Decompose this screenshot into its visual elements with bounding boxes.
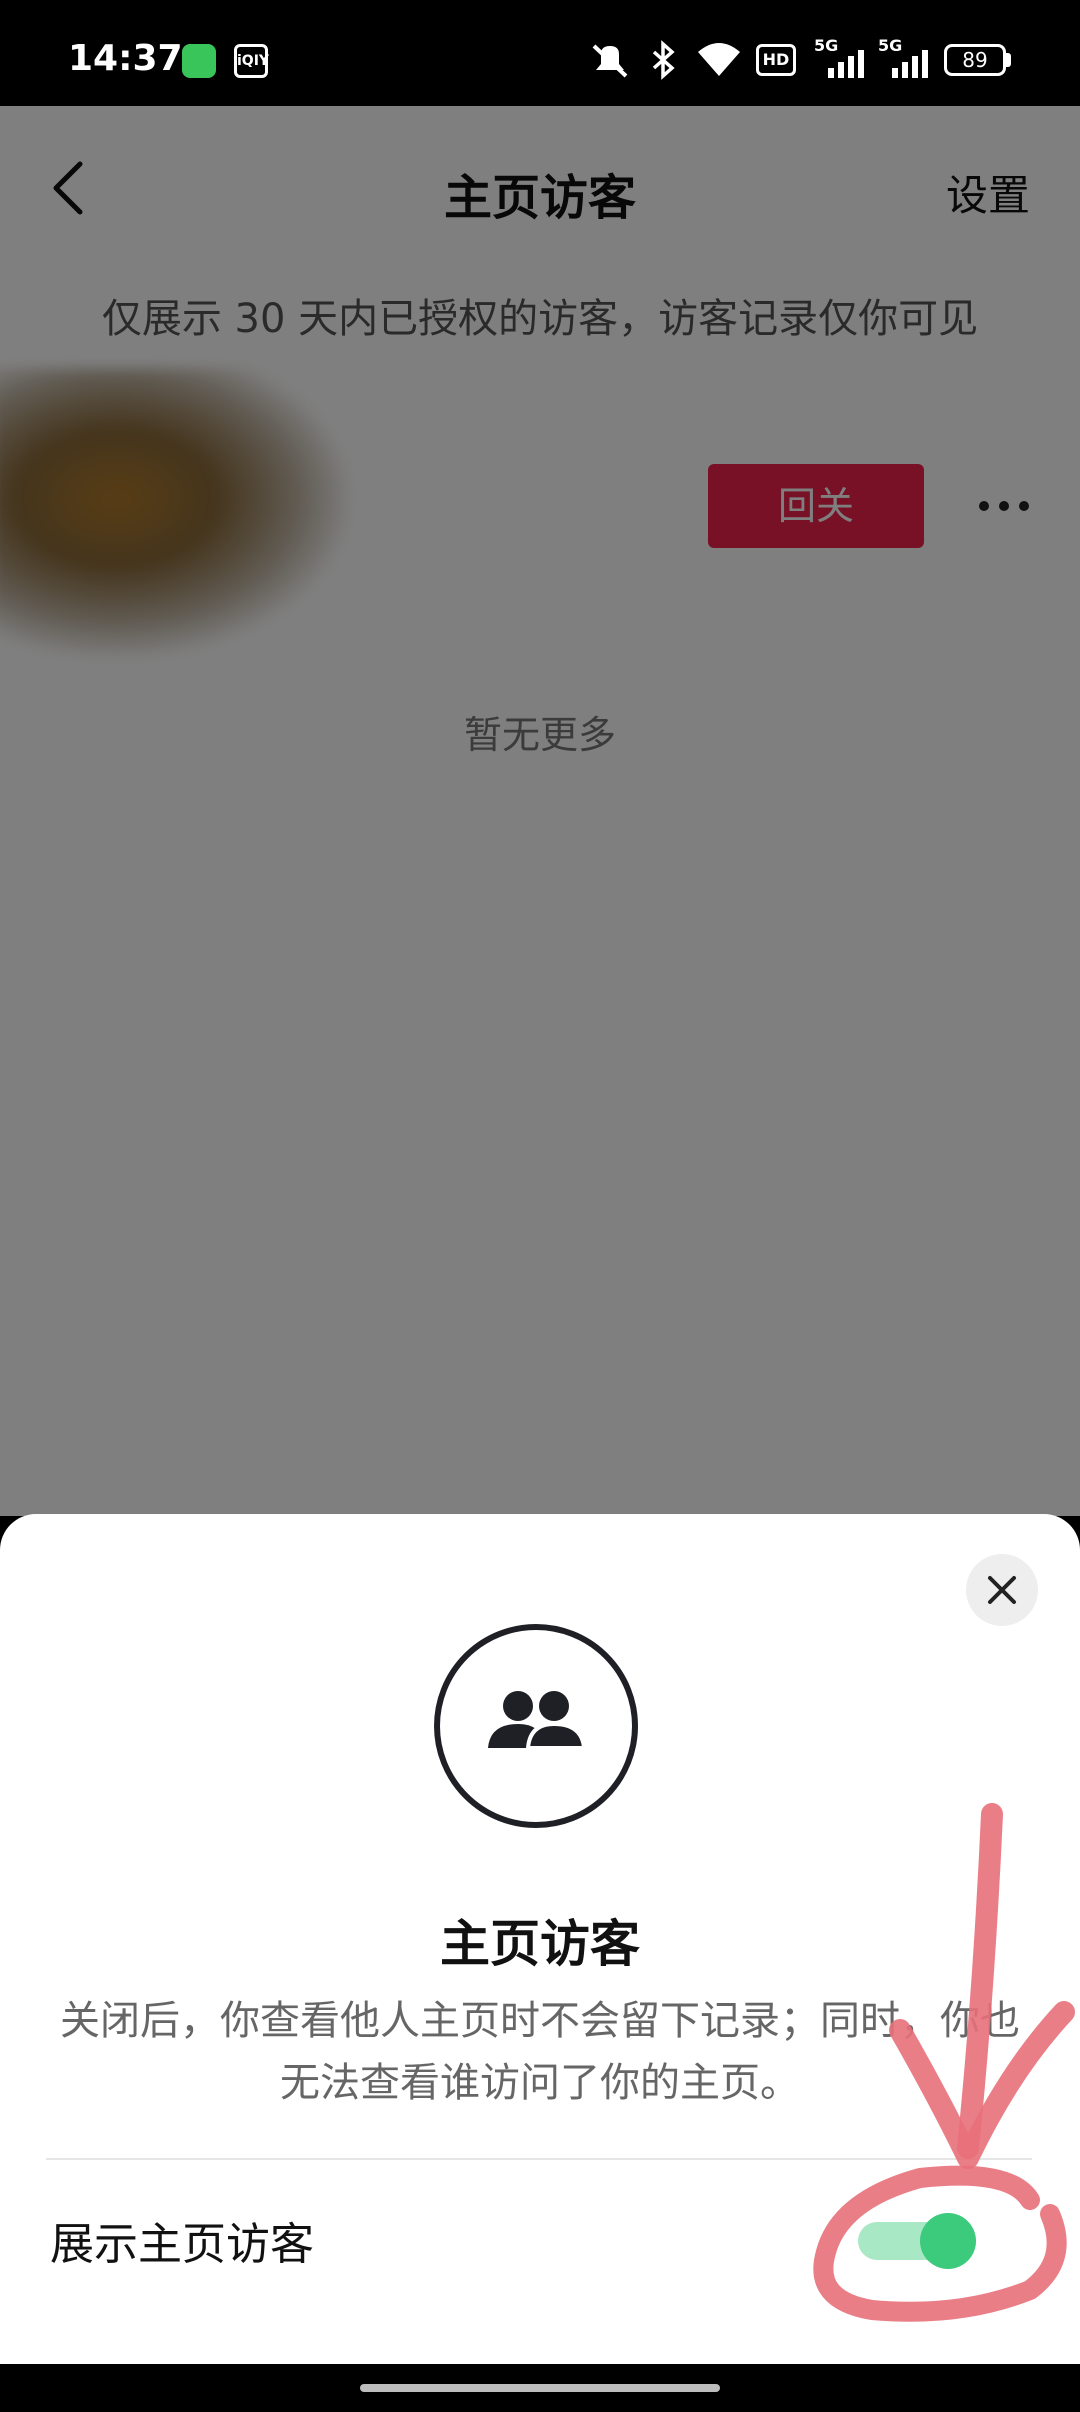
people-icon	[488, 1691, 587, 1750]
close-icon	[988, 1576, 1016, 1604]
status-time: 14:37	[68, 38, 183, 79]
visitor-settings-sheet: 主页访客 关闭后，你查看他人主页时不会留下记录；同时，你也无法查看谁访问了你的主…	[0, 1514, 1080, 2364]
wifi-icon	[698, 43, 740, 76]
visitors-icon-circle	[434, 1624, 638, 1828]
iqiyi-app-icon: iQIY	[234, 44, 269, 78]
status-bar: 14:37 iQIY HD 5G 5G 89	[0, 0, 1080, 106]
sheet-title: 主页访客	[440, 1915, 640, 1973]
modal-overlay[interactable]	[0, 106, 1080, 1516]
bluetooth-icon	[652, 40, 675, 80]
divider	[46, 2158, 1032, 2160]
hd-icon: HD	[756, 44, 796, 76]
5g-signal-icon: 5G	[814, 36, 870, 80]
home-indicator[interactable]	[360, 2384, 720, 2392]
toggle-knob	[920, 2213, 976, 2269]
show-visitors-toggle[interactable]	[858, 2210, 976, 2272]
battery-cap	[1006, 53, 1011, 67]
message-app-icon	[182, 44, 216, 78]
5g-signal-icon: 5G	[878, 36, 934, 80]
show-visitors-label: 展示主页访客	[50, 2219, 314, 2270]
navigation-bar	[0, 2364, 1080, 2412]
sheet-description: 关闭后，你查看他人主页时不会留下记录；同时，你也无法查看谁访问了你的主页。	[60, 1998, 1020, 2106]
close-button[interactable]	[966, 1554, 1038, 1626]
mute-icon	[592, 44, 628, 78]
battery-indicator: 89	[944, 44, 1006, 76]
